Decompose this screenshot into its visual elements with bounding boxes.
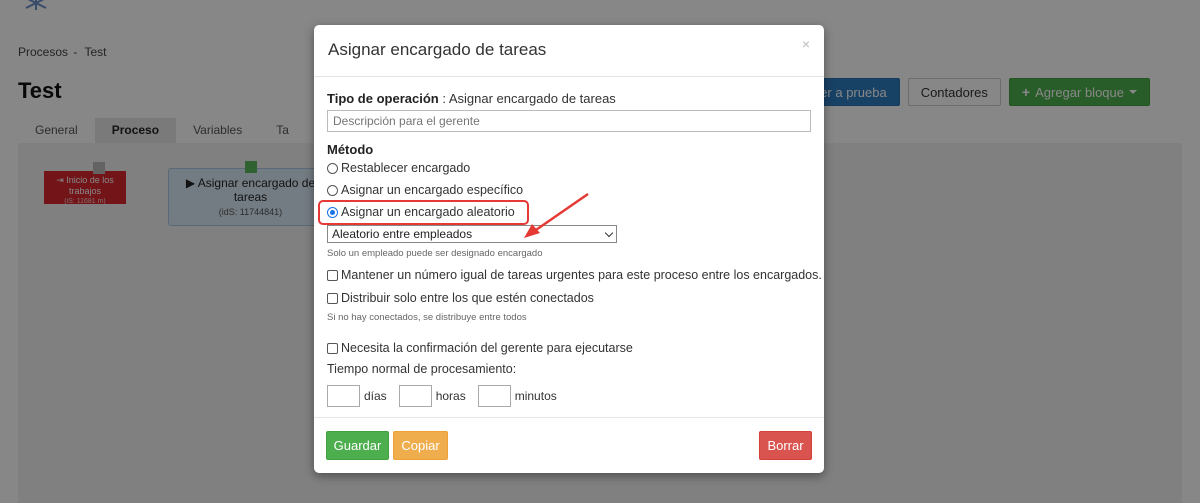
radio-specific[interactable] [327,184,338,196]
save-button[interactable]: Guardar [326,431,389,460]
checkbox-equal-urgent[interactable] [327,269,338,281]
minutes-input[interactable] [477,385,511,407]
hours-unit: horas [435,389,466,403]
close-icon[interactable]: × [802,36,810,52]
equal-urgent-option[interactable]: Mantener un número igual de tareas urgen… [327,268,822,282]
time-inputs: días horas minutos [327,385,565,407]
minutes-unit: minutos [514,389,557,403]
checkbox-confirmation[interactable] [327,342,338,354]
copy-button[interactable]: Copiar [393,431,448,460]
method-option-specific[interactable]: Asignar un encargado específico [327,183,523,197]
method-label: Método [327,142,374,157]
modal-header: Asignar encargado de tareas × [314,25,824,77]
connected-only-label: Distribuir solo entre los que estén cone… [341,291,594,305]
operation-type-value: : Asignar encargado de tareas [442,91,616,106]
equal-urgent-label: Mantener un número igual de tareas urgen… [341,268,822,282]
modal-footer: Guardar Copiar Borrar [314,417,824,473]
days-input[interactable] [327,385,360,407]
connected-only-option[interactable]: Distribuir solo entre los que estén cone… [327,291,594,305]
hours-input[interactable] [398,385,432,407]
connected-help-text: Si no hay conectados, se distribuye entr… [327,312,527,323]
random-mode-select[interactable]: Aleatorio entre empleados [327,225,617,243]
description-input[interactable] [327,110,811,132]
checkbox-connected-only[interactable] [327,292,338,304]
annotation-highlight-box [318,200,529,225]
method-reset-label: Restablecer encargado [341,161,471,175]
assign-task-modal: Asignar encargado de tareas × Tipo de op… [314,25,824,473]
time-label: Tiempo normal de procesamiento: [327,362,517,376]
random-mode-value: Aleatorio entre empleados [332,227,473,241]
confirmation-label: Necesita la confirmación del gerente par… [341,341,633,355]
chevron-down-icon [604,228,614,237]
method-specific-label: Asignar un encargado específico [341,183,524,197]
random-help-text: Solo un empleado puede ser designado enc… [327,248,543,259]
radio-reset[interactable] [327,162,338,174]
method-option-reset[interactable]: Restablecer encargado [327,161,470,175]
modal-title: Asignar encargado de tareas [328,40,547,59]
operation-type: Tipo de operación : Asignar encargado de… [327,91,616,106]
delete-button[interactable]: Borrar [759,431,812,460]
operation-type-label: Tipo de operación [327,91,439,106]
days-unit: días [364,389,387,403]
confirmation-option[interactable]: Necesita la confirmación del gerente par… [327,341,633,355]
